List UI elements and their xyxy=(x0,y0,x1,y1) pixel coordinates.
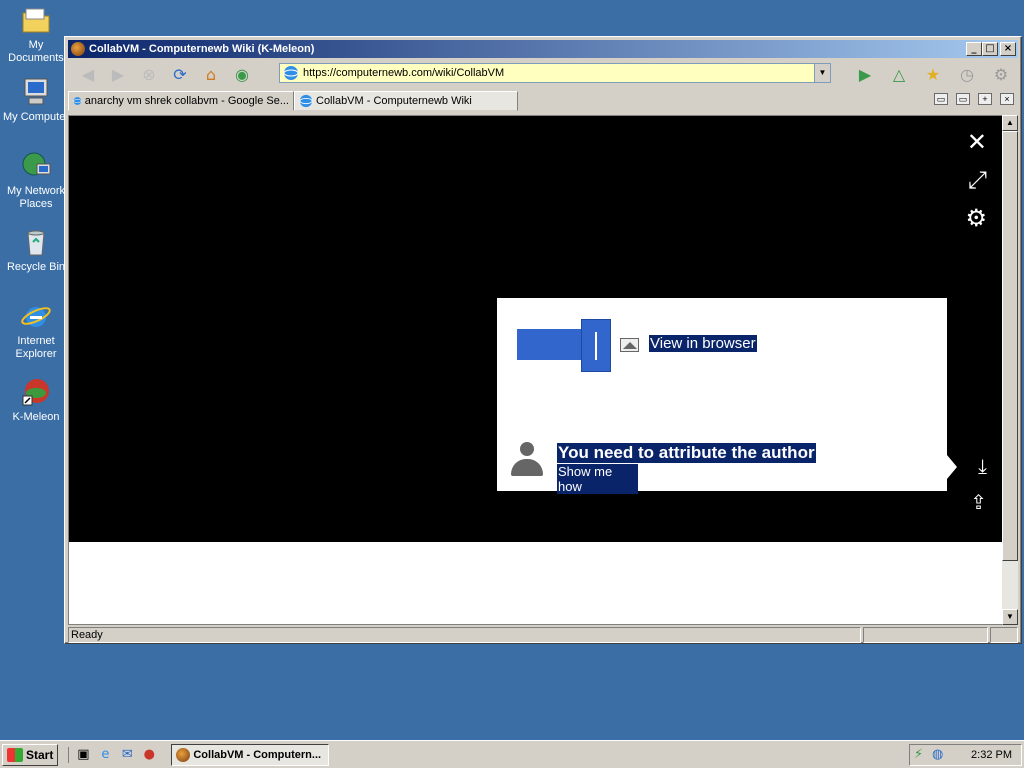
new-tab-icon[interactable]: + xyxy=(978,93,992,105)
slider-track xyxy=(517,329,583,360)
maximize-button[interactable]: □ xyxy=(982,42,998,56)
ie-quicklaunch-icon[interactable]: e xyxy=(97,747,113,763)
system-tray: ⚡ ◍ 2:32 PM xyxy=(909,743,1022,766)
desktop-icon-label: My Documents xyxy=(8,39,64,64)
desktop-icon-my-network-places[interactable]: My Network Places xyxy=(0,150,72,211)
reload-icon[interactable]: ⟳ xyxy=(169,63,191,85)
status-pane xyxy=(863,626,988,643)
settings-gear-icon[interactable]: ⚙ xyxy=(990,63,1012,85)
desktop-icon-my-documents[interactable]: My Documents xyxy=(0,4,72,65)
nav-toolbar: ◀ ▶ ⊗ ⟳ ⌂ ◉ https://computernewb.com/wik… xyxy=(68,60,1018,88)
title-bar[interactable]: CollabVM - Computernewb Wiki (K-Meleon) … xyxy=(68,40,1018,58)
computer-icon xyxy=(24,78,48,105)
scroll-thumb[interactable] xyxy=(1002,131,1018,561)
desktop-icon-k-meleon[interactable]: K-Meleon xyxy=(0,376,72,424)
kmeleon-icon xyxy=(22,379,49,406)
image-icon xyxy=(620,338,639,352)
desktop-icon-internet-explorer[interactable]: Internet Explorer xyxy=(0,300,72,361)
author-avatar-icon xyxy=(511,440,543,480)
start-label: Start xyxy=(26,747,54,762)
globe-icon xyxy=(283,66,299,80)
tab-restore-icon[interactable]: ▭ xyxy=(956,93,970,105)
tab-label: CollabVM - Computernewb Wiki xyxy=(316,95,472,107)
stop-icon[interactable]: ⊗ xyxy=(138,63,160,85)
forward-icon[interactable]: ▶ xyxy=(107,63,129,85)
network-tray-icon[interactable]: ⚡ xyxy=(914,747,923,762)
kmeleon-icon xyxy=(176,747,191,762)
desktop-icon-label: My Network Places xyxy=(6,185,66,210)
globe-icon xyxy=(73,97,82,105)
network-icon xyxy=(22,152,51,176)
outlook-express-icon[interactable]: ✉ xyxy=(119,747,135,763)
start-button[interactable]: Start xyxy=(2,743,59,766)
window-title: CollabVM - Computernewb Wiki (K-Meleon) xyxy=(89,43,315,55)
tab-list-icon[interactable]: ▭ xyxy=(934,93,948,105)
taskbar-item-collabvm[interactable]: CollabVM - Computern... xyxy=(171,743,330,766)
viewer-share-icon[interactable]: ⇪ xyxy=(970,490,987,514)
tab-label: anarchy vm shrek collabvm - Google Se... xyxy=(84,95,289,107)
status-resize-grip[interactable] xyxy=(990,626,1018,643)
desktop-icon-my-computer[interactable]: My Computer xyxy=(0,76,72,124)
viewer-expand-icon[interactable]: ⤢ xyxy=(968,166,987,194)
volume-tray-icon[interactable]: ◍ xyxy=(932,747,943,762)
status-text: Ready xyxy=(68,626,861,643)
desktop-icon-label: Recycle Bin xyxy=(6,261,66,273)
folder-icon xyxy=(22,8,50,33)
attribution-popup: View in browser You need to attribute th… xyxy=(497,298,957,494)
bookmarks-star-icon[interactable]: ★ xyxy=(922,63,944,85)
back-icon[interactable]: ◀ xyxy=(77,63,99,85)
status-bar: Ready xyxy=(68,626,1018,643)
browser-window: CollabVM - Computernewb Wiki (K-Meleon) … xyxy=(64,36,1022,644)
go-globe-icon[interactable]: ◉ xyxy=(231,63,253,85)
clock[interactable]: 2:32 PM xyxy=(971,749,1012,761)
quick-launch: ▣ e ✉ ● xyxy=(68,746,157,763)
go-icon[interactable]: ▶ xyxy=(854,63,876,85)
desktop-icon-label: Internet Explorer xyxy=(15,335,57,360)
viewer-download-icon[interactable]: ⤓ xyxy=(978,454,987,478)
show-me-how-link[interactable]: Show me how xyxy=(557,464,638,494)
tab-bar: anarchy vm shrek collabvm - Google Se...… xyxy=(68,89,1018,111)
taskbar-item-label: CollabVM - Computern... xyxy=(193,748,322,761)
windows-flag-icon xyxy=(7,747,23,762)
view-in-browser-link[interactable]: View in browser xyxy=(649,335,757,352)
kmeleon-icon xyxy=(71,42,85,56)
scroll-up-icon[interactable]: ▲ xyxy=(1002,115,1018,131)
kmeleon-quicklaunch-icon[interactable]: ● xyxy=(141,747,157,763)
tab-collabvm-wiki[interactable]: CollabVM - Computernewb Wiki xyxy=(294,91,518,111)
scroll-down-icon[interactable]: ▼ xyxy=(1002,609,1018,625)
media-viewer: ✕ ⤢ ⚙ ⤓ ⇪ View in browser You need to at… xyxy=(69,116,1005,542)
show-desktop-icon[interactable]: ▣ xyxy=(75,747,91,763)
page-content: ✕ ⤢ ⚙ ⤓ ⇪ View in browser You need to at… xyxy=(68,115,1006,625)
url-dropdown-icon[interactable]: ▼ xyxy=(814,64,830,82)
minimize-button[interactable]: _ xyxy=(966,42,982,56)
history-icon[interactable]: ◷ xyxy=(956,63,978,85)
desktop-icon-label: My Computer xyxy=(2,111,70,123)
close-button[interactable]: × xyxy=(1000,42,1016,56)
close-tab-icon[interactable]: × xyxy=(1000,93,1014,105)
viewer-close-icon[interactable]: ✕ xyxy=(967,128,987,156)
vertical-scrollbar[interactable]: ▲ ▼ xyxy=(1002,115,1018,625)
recycle-bin-icon xyxy=(27,230,45,256)
tab-google-search[interactable]: anarchy vm shrek collabvm - Google Se... xyxy=(68,91,294,111)
attribution-title: You need to attribute the author xyxy=(557,443,816,463)
slider-handle[interactable] xyxy=(581,319,611,372)
viewer-settings-icon[interactable]: ⚙ xyxy=(965,204,987,232)
url-text: https://computernewb.com/wiki/CollabVM xyxy=(303,67,505,79)
popup-arrow xyxy=(947,455,957,479)
globe-icon xyxy=(299,94,313,108)
ie-icon xyxy=(21,307,51,327)
desktop-icon-label: K-Meleon xyxy=(12,411,60,423)
up-icon[interactable]: △ xyxy=(888,63,910,85)
desktop-icon-recycle-bin[interactable]: Recycle Bin xyxy=(0,226,72,274)
address-bar[interactable]: https://computernewb.com/wiki/CollabVM ▼ xyxy=(279,63,831,83)
taskbar: Start ▣ e ✉ ● CollabVM - Computern... ⚡ … xyxy=(0,740,1024,768)
home-icon[interactable]: ⌂ xyxy=(200,63,222,85)
